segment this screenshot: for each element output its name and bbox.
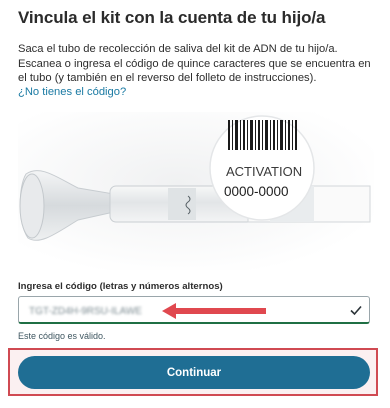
checkmark-icon [350, 305, 362, 316]
instructions-text: Saca el tubo de recolección de saliva de… [18, 43, 371, 84]
page-title: Vincula el kit con la cuenta de tu hijo/… [18, 8, 326, 27]
no-code-link[interactable]: ¿No tienes el código? [18, 86, 126, 98]
activation-code: 0000-0000 [224, 184, 289, 199]
saliva-tube-illustration: ACTIVATION 0000-0000 [18, 112, 374, 270]
red-arrow-annotation [162, 303, 266, 319]
continue-button[interactable]: Continuar [18, 356, 370, 389]
activation-label: ACTIVATION [226, 164, 302, 179]
code-valid-message: Este código es válido. [18, 331, 106, 341]
code-field-label: Ingresa el código (letras y números alte… [18, 281, 223, 292]
